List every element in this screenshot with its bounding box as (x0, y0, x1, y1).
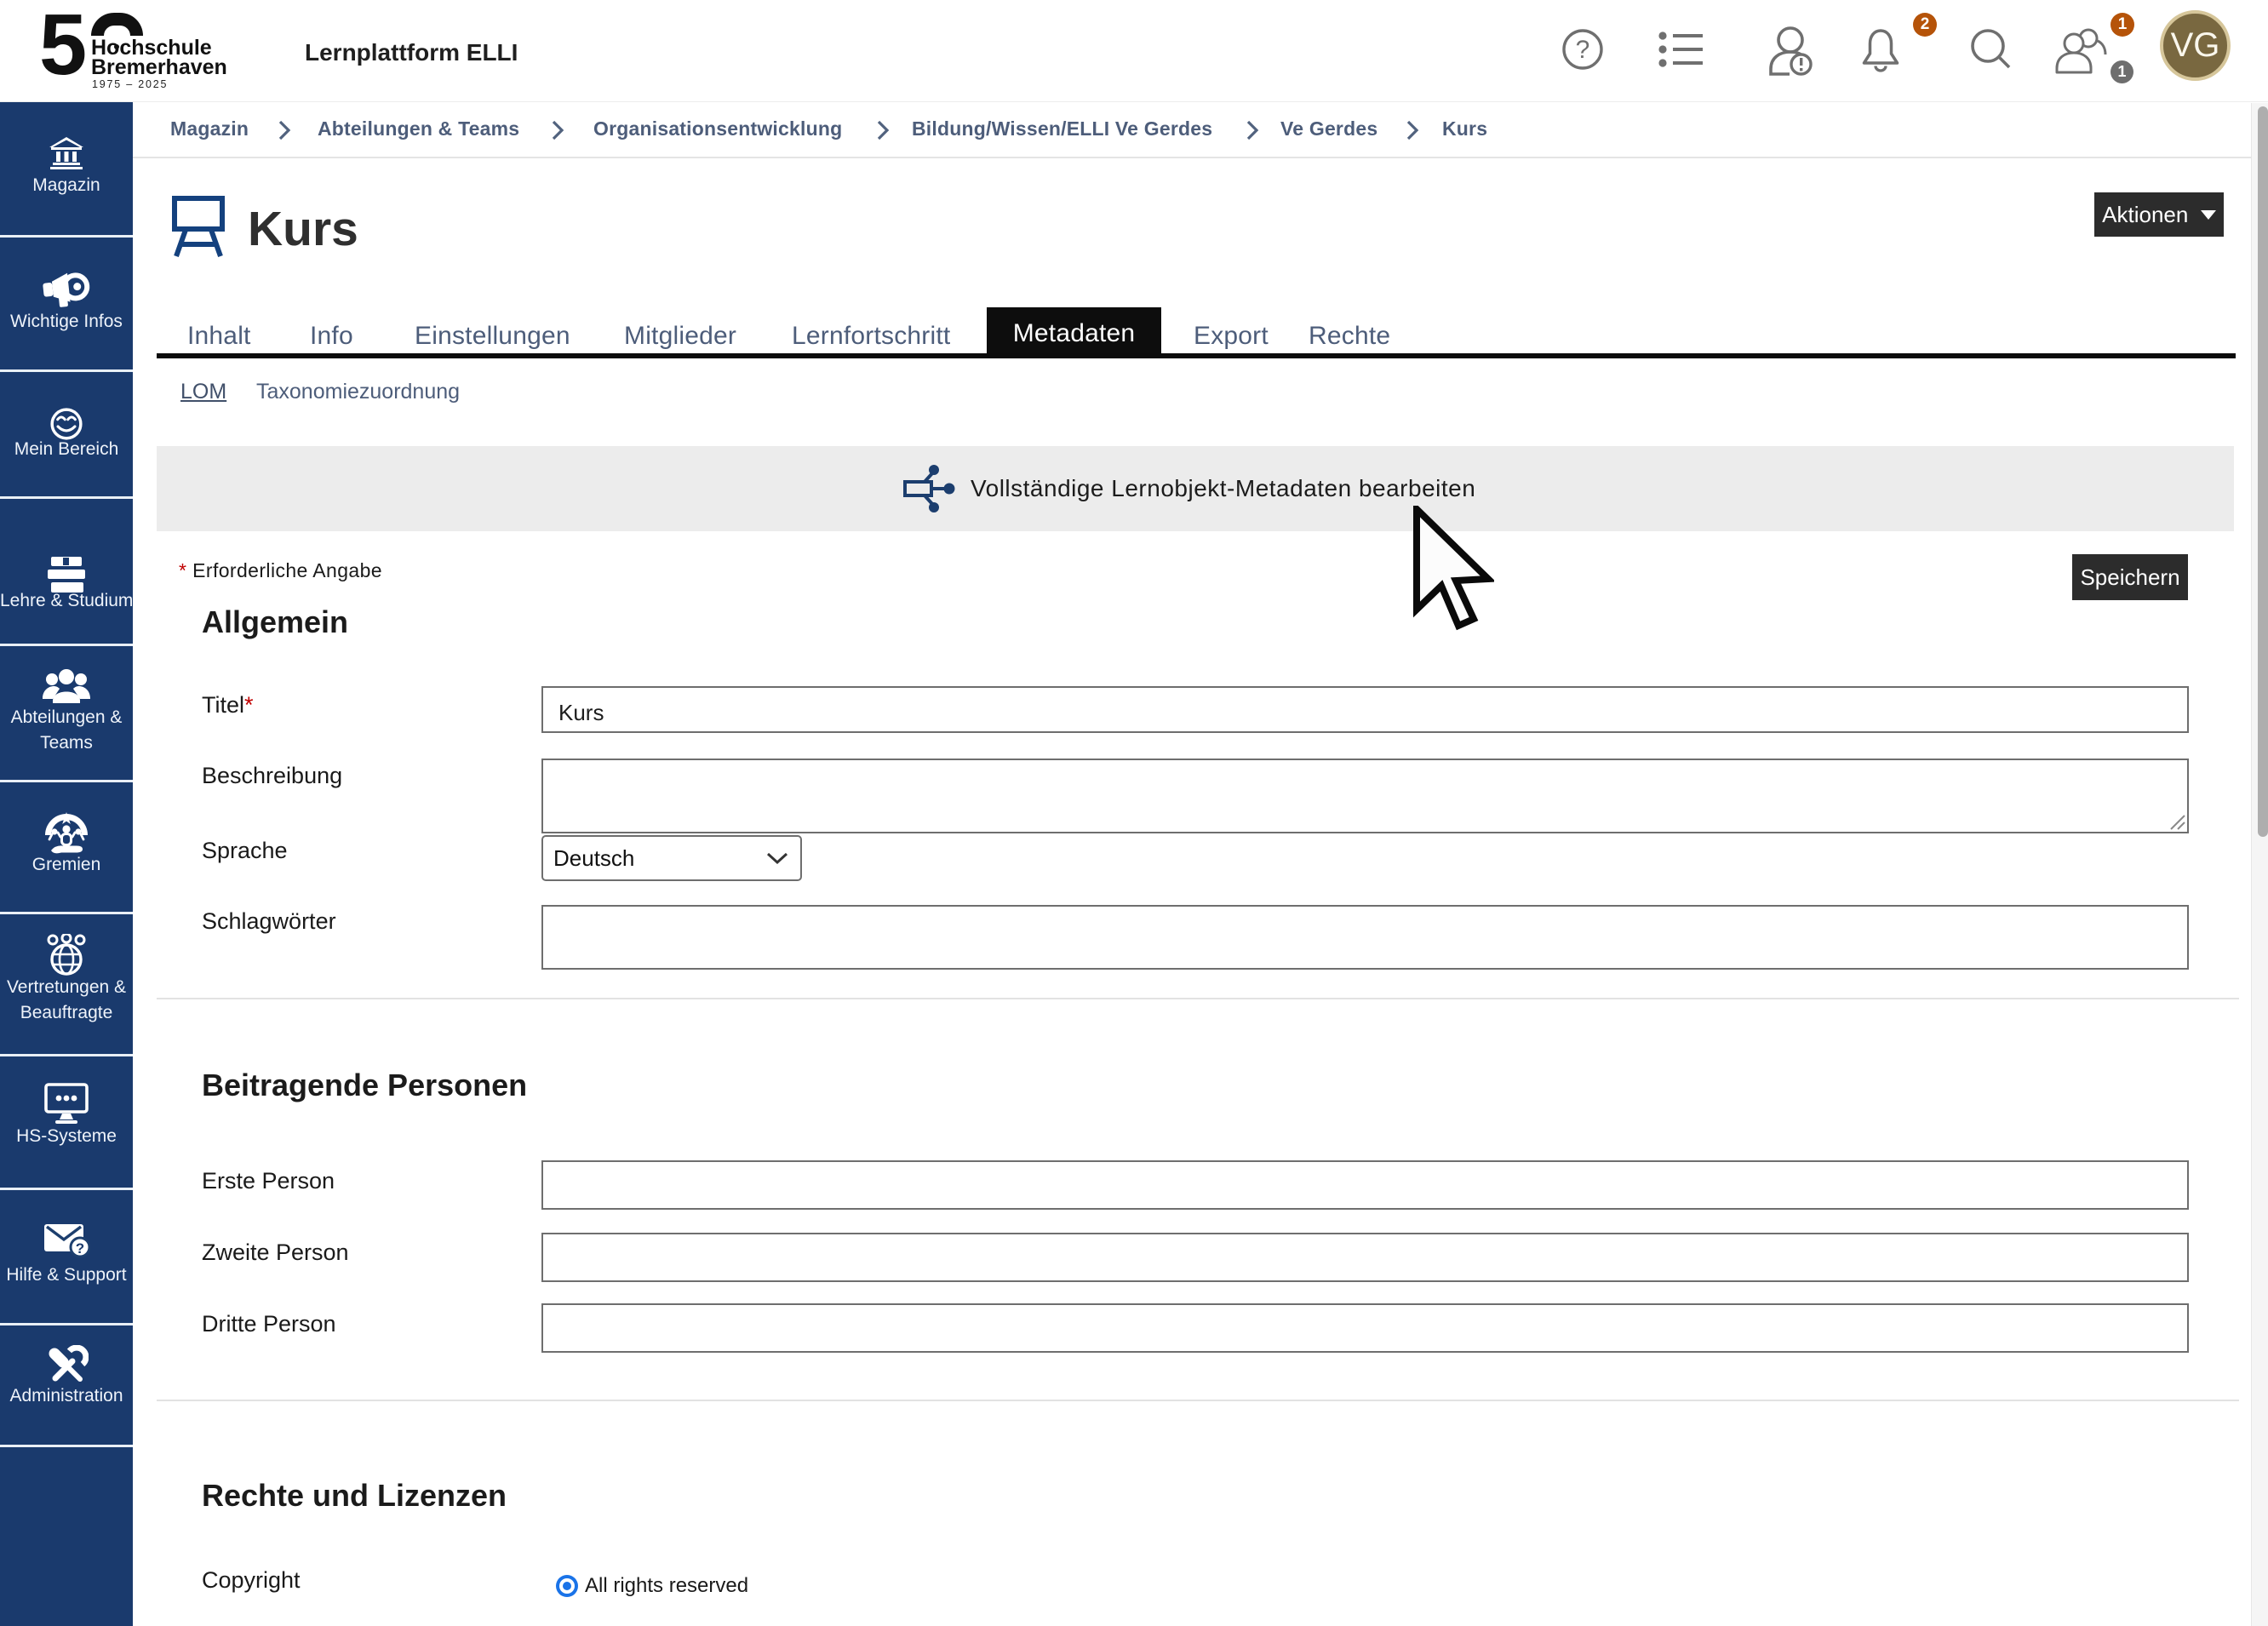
svg-text:?: ? (76, 1240, 84, 1257)
svg-text:?: ? (1576, 36, 1590, 64)
